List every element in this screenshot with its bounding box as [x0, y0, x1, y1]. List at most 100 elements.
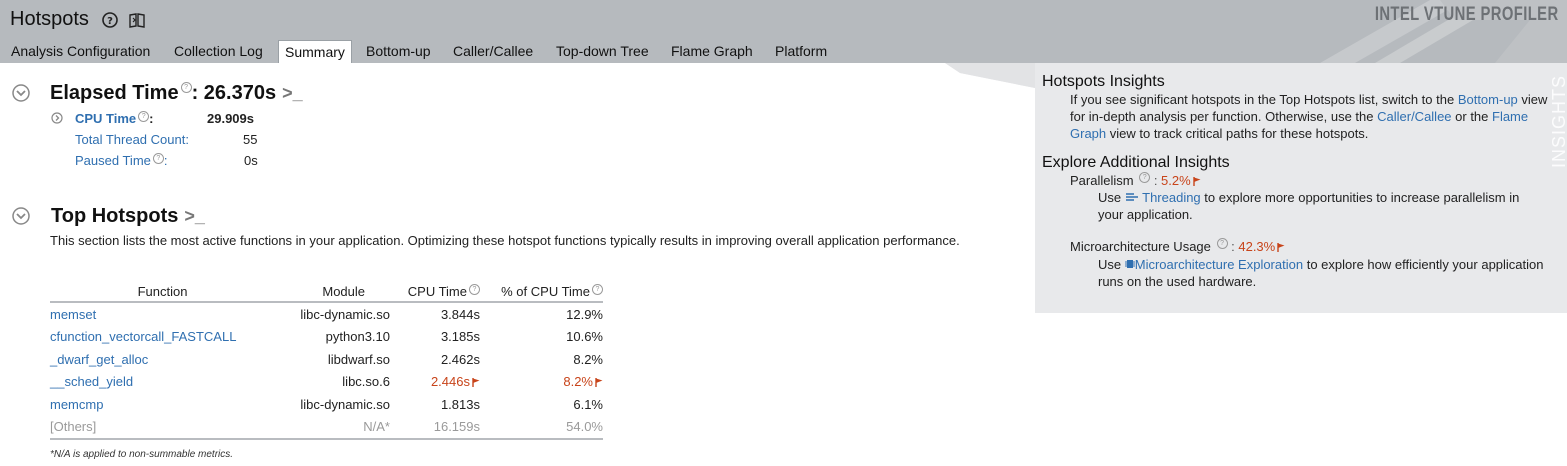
- function-link[interactable]: memset: [50, 302, 275, 326]
- pct-cell: 8.2%: [573, 351, 603, 367]
- cpu-time-value: 29.909s: [207, 111, 254, 126]
- table-footnote: *N/A is applied to non-summable metrics.: [50, 449, 234, 460]
- pct-cell: 12.9%: [566, 306, 603, 322]
- tab-summary[interactable]: Summary: [278, 40, 352, 63]
- module-cell: libc-dynamic.so: [300, 306, 390, 322]
- insight-text: If you see significant hotspots in the T…: [1070, 92, 1458, 107]
- threading-icon: [1125, 193, 1138, 201]
- tab-platform[interactable]: Platform: [775, 40, 827, 63]
- elapsed-time-title: Elapsed Time: [50, 82, 179, 104]
- svg-text:?: ?: [107, 16, 113, 27]
- help-icon[interactable]: ?: [1216, 238, 1228, 249]
- flag-icon: [1277, 243, 1285, 252]
- pct-cell: 54.0%: [480, 415, 603, 440]
- pct-cell: 8.2%: [480, 371, 603, 394]
- pct-cell: 10.6%: [566, 329, 603, 345]
- column-header-module[interactable]: Module: [275, 281, 390, 303]
- insight-text: or the: [1451, 109, 1492, 124]
- flag-icon: [1192, 177, 1201, 186]
- column-label: CPU Time: [407, 283, 467, 299]
- module-cell: libc.so.6: [342, 374, 390, 390]
- flag-icon: [595, 378, 603, 388]
- column-header-cpu-time[interactable]: CPU Time?: [390, 281, 480, 303]
- help-icon[interactable]: ?: [138, 111, 150, 122]
- help-icon[interactable]: ?: [101, 11, 119, 29]
- table-row: memset libc-dynamic.so 3.844s 12.9%: [50, 302, 603, 326]
- top-hotspots-table: Function Module CPU Time? % of CPU Time?…: [50, 281, 603, 440]
- others-cell: [Others]: [50, 415, 275, 440]
- tab-top-down-tree[interactable]: Top-down Tree: [556, 40, 649, 63]
- column-header-function[interactable]: Function: [50, 281, 275, 303]
- top-hotspots-title: Top Hotspots: [51, 205, 179, 227]
- table-row: __sched_yield libc.so.6 2.446s 8.2%: [50, 371, 603, 394]
- insight-text: Use: [1098, 190, 1125, 205]
- microarchitecture-exploration-link[interactable]: Microarchitecture Exploration: [1135, 257, 1303, 272]
- hotspots-insights-heading: Hotspots Insights: [1042, 73, 1165, 90]
- hotspots-insights-text: If you see significant hotspots in the T…: [1070, 91, 1548, 142]
- cpu-time-cell: 2.446s: [390, 371, 480, 394]
- function-link[interactable]: __sched_yield: [50, 371, 275, 394]
- caller-callee-link[interactable]: Caller/Callee: [1377, 109, 1451, 124]
- column-label: Module: [322, 283, 365, 299]
- column-label: % of CPU Time: [501, 283, 590, 299]
- expand-arrow-icon[interactable]: >_: [282, 83, 303, 104]
- function-link[interactable]: _dwarf_get_alloc: [50, 348, 275, 371]
- tab-bottom-up[interactable]: Bottom-up: [366, 40, 431, 63]
- collapse-hotspots-icon[interactable]: [12, 207, 30, 225]
- flag-icon: [472, 378, 480, 388]
- microarchitecture-advice: Use Microarchitecture Exploration to exp…: [1098, 256, 1548, 290]
- page-title: Hotspots: [10, 8, 89, 30]
- threading-link[interactable]: Threading: [1142, 190, 1201, 205]
- table-row: cfunction_vectorcall_FASTCALL python3.10…: [50, 326, 603, 349]
- thread-count-value: 55: [243, 132, 258, 147]
- collapse-elapsed-icon[interactable]: [12, 84, 30, 102]
- chip-icon: [1124, 260, 1135, 268]
- pct-cell: 6.1%: [573, 396, 603, 412]
- expand-arrow-icon[interactable]: >_: [184, 206, 205, 227]
- module-cell: libdwarf.so: [327, 351, 390, 367]
- thread-count-label: Total Thread Count:: [75, 132, 189, 147]
- help-icon[interactable]: ?: [180, 82, 192, 93]
- parallelism-metric: Parallelism ? : 5.2%: [1070, 172, 1201, 189]
- help-icon[interactable]: ?: [469, 283, 480, 295]
- cpu-time-cell: 16.159s: [390, 415, 480, 440]
- module-cell: libc-dynamic.so: [300, 396, 390, 412]
- tab-analysis-configuration[interactable]: Analysis Configuration: [11, 40, 150, 63]
- insight-text: Use: [1098, 257, 1125, 272]
- help-icon[interactable]: ?: [1139, 172, 1151, 183]
- cpu-time-cell: 2.462s: [440, 351, 480, 367]
- module-cell: python3.10: [325, 329, 390, 345]
- function-link[interactable]: cfunction_vectorcall_FASTCALL: [50, 326, 275, 349]
- column-header-pct-cpu-time[interactable]: % of CPU Time?: [480, 281, 603, 303]
- bottom-up-link[interactable]: Bottom-up: [1458, 92, 1518, 107]
- book-icon[interactable]: [128, 11, 146, 29]
- cpu-time-link[interactable]: CPU Time: [75, 111, 136, 126]
- parallelism-label: Parallelism: [1070, 173, 1134, 188]
- help-icon[interactable]: ?: [152, 153, 164, 164]
- elapsed-time-heading: Elapsed Time?: 26.370s >_: [50, 82, 303, 105]
- parallelism-advice: Use Threading to explore more opportunit…: [1098, 189, 1548, 223]
- help-icon[interactable]: ?: [592, 283, 603, 295]
- column-label: Function: [137, 283, 188, 299]
- paused-time-text: Paused Time: [75, 153, 151, 168]
- top-hotspots-heading: Top Hotspots >_: [51, 205, 205, 228]
- tab-collection-log[interactable]: Collection Log: [174, 40, 263, 63]
- table-row: _dwarf_get_alloc libdwarf.so 2.462s 8.2%: [50, 348, 603, 371]
- microarchitecture-label: Microarchitecture Usage: [1070, 239, 1211, 254]
- cpu-time-cell: 1.813s: [440, 396, 480, 412]
- table-row: memcmp libc-dynamic.so 1.813s 6.1%: [50, 393, 603, 416]
- expand-cpu-time-icon[interactable]: [51, 112, 63, 124]
- tab-flame-graph[interactable]: Flame Graph: [671, 40, 753, 63]
- explore-insights-heading: Explore Additional Insights: [1042, 154, 1230, 171]
- insight-text: view to track critical paths for these h…: [1106, 126, 1369, 141]
- parallelism-value: 5.2%: [1161, 173, 1191, 188]
- header-bar: Hotspots ? INTEL VTUNE PROFILER Analysis…: [0, 0, 1567, 63]
- microarchitecture-metric: Microarchitecture Usage ? : 42.3%: [1070, 238, 1285, 255]
- function-link[interactable]: memcmp: [50, 393, 275, 416]
- tab-caller-callee[interactable]: Caller/Callee: [453, 40, 533, 63]
- top-hotspots-description: This section lists the most active funct…: [50, 233, 960, 248]
- cpu-time-label[interactable]: CPU Time?:: [75, 111, 154, 126]
- insights-side-label: INSIGHTS: [1549, 74, 1567, 168]
- cpu-time-cell: 3.844s: [440, 306, 480, 322]
- module-cell: N/A*: [275, 415, 390, 440]
